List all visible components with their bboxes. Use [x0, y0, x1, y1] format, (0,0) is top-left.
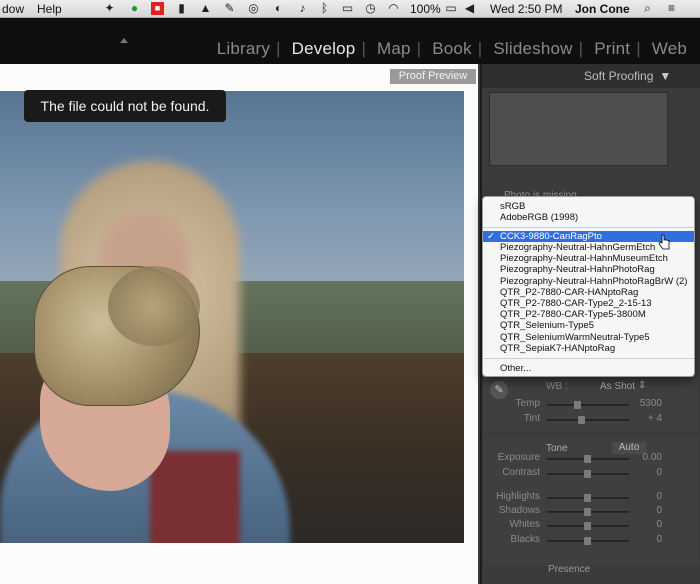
selected-profile-label: CCK3-9880-CanRagPto [500, 231, 602, 242]
pen-icon[interactable]: ✎ [223, 2, 236, 15]
photo-preview[interactable] [0, 91, 464, 543]
notification-bell-icon[interactable]: ♪ [296, 2, 309, 15]
soft-proofing-header[interactable]: Soft Proofing ▼ [482, 64, 700, 88]
module-separator: | [477, 39, 483, 58]
photo-rock-shade [108, 266, 200, 346]
app-badge-icon[interactable]: ■ [151, 2, 164, 15]
slider-knob[interactable] [578, 416, 586, 424]
profile-option[interactable]: Piezography-Neutral-HahnPhotoRagBrW (2) [483, 276, 694, 287]
tone-label: Tone [546, 443, 568, 454]
slider-label: Whites [509, 519, 540, 530]
module-library[interactable]: Library [217, 39, 270, 58]
wb-select[interactable]: As Shot [600, 381, 635, 392]
histogram-box [489, 92, 668, 166]
profile-option-other[interactable]: Other... [483, 363, 694, 374]
slider-label: Contrast [502, 467, 540, 478]
module-separator: | [361, 39, 367, 58]
module-picker-bar: Library | Develop | Map | Book | Slideshow | … [0, 18, 700, 64]
slider-track[interactable] [547, 404, 629, 406]
battery-percent: 100% [410, 2, 441, 16]
profile-option[interactable]: QTR_SepiaK7-HANptoRag [483, 343, 694, 354]
hand-cursor-icon [658, 234, 670, 250]
slider-knob[interactable] [583, 455, 591, 463]
slider-knob[interactable] [583, 522, 591, 530]
slider-label: Shadows [498, 505, 540, 516]
slider-knob[interactable] [583, 537, 591, 545]
eyedropper-icon[interactable]: ✎ [490, 381, 508, 399]
menu-bar: dow Help ✦ ● ■ ▮ ▲ ✎ ◎ ◐ ♪ ᛒ ▭ ◷ ◠ 100% … [0, 0, 700, 18]
profile-option[interactable]: QTR_P2-7880-CAR-HANptoRag [483, 287, 694, 298]
profile-option-srgb[interactable]: sRGB [483, 201, 694, 212]
module-book[interactable]: Book [432, 39, 472, 58]
module-print[interactable]: Print [594, 39, 630, 58]
module-separator: | [636, 39, 641, 58]
checkmark-icon: ✓ [487, 231, 495, 242]
slider-value[interactable]: 0 [632, 534, 662, 545]
sync-icon[interactable]: ◎ [247, 2, 260, 15]
presence-label: Presence [548, 564, 591, 575]
menu-clock[interactable]: Wed 2:50 PM [490, 2, 562, 16]
menu-separator [483, 358, 694, 359]
time-machine-icon[interactable]: ◷ [364, 2, 377, 15]
module-separator: | [416, 39, 422, 58]
collapse-triangle-icon[interactable]: ▼ [659, 69, 671, 83]
missing-file-toast: The file could not be found. [24, 90, 226, 122]
control-strip-icon[interactable]: ▭ [341, 2, 354, 15]
screen-icon[interactable]: ◐ [272, 2, 285, 15]
volume-icon[interactable]: ◀ [463, 2, 476, 15]
profile-option[interactable]: QTR_SeleniumWarmNeutral-Type5 [483, 332, 694, 343]
profile-option[interactable]: QTR_P2-7880-CAR-Type5-3800M [483, 309, 694, 320]
module-develop[interactable]: Develop [292, 39, 356, 58]
wifi-icon[interactable]: ◠ [387, 2, 400, 15]
evernote-icon[interactable]: ● [128, 2, 141, 15]
slider-label: Blacks [510, 534, 540, 545]
drive-icon[interactable]: ▲ [199, 2, 212, 15]
slider-label: Exposure [497, 452, 540, 463]
profile-option[interactable]: Piezography-Neutral-HahnMuseumEtch [483, 253, 694, 264]
wb-label: WB : [546, 381, 568, 392]
menu-item-help[interactable]: Help [37, 2, 62, 16]
slider-knob[interactable] [574, 401, 582, 409]
module-separator: | [578, 39, 584, 58]
menu-user[interactable]: Jon Cone [575, 2, 630, 16]
menu-item-window[interactable]: dow [2, 2, 24, 16]
slider-value[interactable]: 0 [632, 505, 662, 516]
menu-separator [483, 227, 694, 228]
module-slideshow[interactable]: Slideshow [493, 39, 572, 58]
module-map[interactable]: Map [377, 39, 411, 58]
slider-value[interactable]: 0 [632, 519, 662, 530]
wb-select-arrow-icon[interactable]: ⇕ [638, 380, 646, 391]
module-separator: | [276, 39, 281, 58]
slider-value[interactable]: + 4 [632, 413, 662, 424]
profile-option-adobergb[interactable]: AdobeRGB (1998) [483, 212, 694, 223]
slider-label: Temp [515, 398, 540, 409]
notification-center-icon[interactable]: ≡ [665, 2, 678, 15]
slider-knob[interactable] [583, 470, 591, 478]
spotlight-search-icon[interactable]: ⌕ [641, 2, 654, 15]
profile-option[interactable]: QTR_P2-7880-CAR-Type2_2-15-13 [483, 298, 694, 309]
profile-dropdown-menu: sRGB AdobeRGB (1998) ✓ CCK3-9880-CanRagPt… [482, 196, 695, 377]
slider-label: Highlights [496, 491, 540, 502]
panel-toggle-icon[interactable] [120, 38, 128, 43]
slider-label: Tint [523, 413, 540, 424]
bluetooth-icon[interactable]: ᛒ [318, 2, 331, 15]
slider-knob[interactable] [583, 494, 591, 502]
profile-option[interactable]: Piezography-Neutral-HahnPhotoRag [483, 264, 694, 275]
photo-shirt [150, 451, 240, 543]
module-web[interactable]: Web [652, 39, 687, 58]
dropbox-icon[interactable]: ✦ [103, 2, 116, 15]
soft-proofing-title: Soft Proofing [584, 69, 654, 83]
phone-icon[interactable]: ▮ [175, 2, 188, 15]
profile-option[interactable]: QTR_Selenium-Type5 [483, 320, 694, 331]
battery-icon[interactable]: ▭ [443, 2, 459, 15]
proof-preview-label: Proof Preview [390, 69, 476, 84]
slider-value[interactable]: 0.00 [632, 452, 662, 463]
slider-value[interactable]: 0 [632, 467, 662, 478]
slider-track[interactable] [547, 419, 629, 421]
slider-knob[interactable] [583, 508, 591, 516]
module-list: Library | Develop | Map | Book | Slideshow | … [214, 39, 690, 59]
slider-value[interactable]: 0 [632, 491, 662, 502]
slider-value[interactable]: 5300 [632, 398, 662, 409]
